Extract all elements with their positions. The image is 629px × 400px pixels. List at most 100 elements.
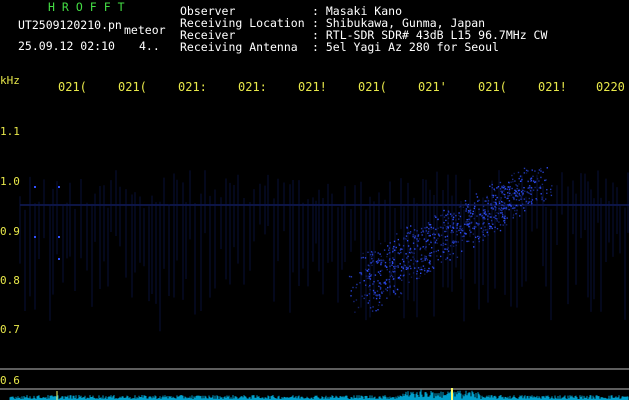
echo-point xyxy=(425,257,428,260)
echo-point xyxy=(468,215,470,217)
echo-point xyxy=(350,276,353,278)
grid-lines xyxy=(0,170,629,390)
echo-point xyxy=(518,183,520,185)
echo-point xyxy=(377,294,379,296)
echo-point xyxy=(455,214,457,217)
echo-point xyxy=(497,212,500,215)
echo-point xyxy=(480,227,482,229)
echo-point xyxy=(409,249,411,251)
echo-point xyxy=(383,249,386,251)
echo-point xyxy=(504,188,507,190)
echo-point xyxy=(488,223,490,225)
echo-point xyxy=(377,258,380,260)
echo-point xyxy=(521,178,523,181)
echo-point xyxy=(420,266,422,268)
echo-point xyxy=(392,248,394,250)
echo-point xyxy=(380,255,382,257)
echo-point xyxy=(516,192,518,194)
echo-point xyxy=(468,223,470,225)
echo-point xyxy=(476,196,479,198)
echo-point xyxy=(496,218,498,220)
echo-point xyxy=(472,233,475,235)
echo-point xyxy=(487,210,489,212)
echo-point xyxy=(423,257,426,259)
echo-point xyxy=(399,274,402,277)
echo-point xyxy=(459,232,462,234)
echo-point xyxy=(370,274,373,276)
echo-point xyxy=(421,269,424,271)
echo-point xyxy=(499,212,502,214)
echo-point xyxy=(484,218,486,220)
echo-point xyxy=(407,245,410,247)
echo-point xyxy=(491,187,493,189)
time-tick: 021! xyxy=(538,80,567,94)
echo-point xyxy=(401,248,403,250)
echo-point xyxy=(442,244,444,246)
echo-point xyxy=(433,251,435,253)
echo-point xyxy=(494,189,496,192)
echo-point xyxy=(368,293,371,295)
time-tick: 021: xyxy=(178,80,207,94)
echo-point xyxy=(414,235,416,237)
echo-point xyxy=(357,306,360,309)
echo-point xyxy=(402,267,404,270)
echo-point xyxy=(389,265,391,267)
echo-point xyxy=(397,266,399,268)
echo-point xyxy=(388,271,391,273)
echo-point xyxy=(401,279,403,281)
echo-point xyxy=(462,206,465,208)
echo-point xyxy=(370,262,372,264)
echo-point xyxy=(367,268,370,271)
echo-point xyxy=(466,219,468,221)
echo-point xyxy=(379,253,381,255)
echo-point xyxy=(430,241,432,244)
echo-point xyxy=(388,252,390,254)
echo-point xyxy=(493,230,496,233)
time-tick: 021! xyxy=(298,80,327,94)
echo-point xyxy=(546,167,548,169)
echo-point xyxy=(389,262,391,264)
echo-point xyxy=(482,205,485,208)
echo-point xyxy=(416,238,418,240)
echo-point xyxy=(375,297,378,300)
echo-point xyxy=(355,286,357,289)
echo-point xyxy=(356,283,358,286)
echo-point xyxy=(529,188,531,190)
echo-point xyxy=(513,198,515,201)
echo-point xyxy=(393,285,395,287)
echo-point xyxy=(421,234,424,236)
echo-point xyxy=(413,258,415,260)
echo-point xyxy=(385,266,388,268)
echo-point xyxy=(512,178,514,181)
echo-point xyxy=(368,275,371,278)
echo-point xyxy=(381,304,383,306)
echo-point xyxy=(434,215,436,217)
echo-point xyxy=(473,226,476,228)
echo-point xyxy=(377,280,379,282)
echo-point xyxy=(386,253,389,255)
echo-point xyxy=(414,237,416,239)
echo-point xyxy=(371,258,373,260)
echo-point xyxy=(418,238,421,240)
echo-point xyxy=(385,279,388,281)
echo-point xyxy=(538,187,540,189)
echo-point xyxy=(497,186,500,188)
echo-point xyxy=(492,208,494,210)
echo-point xyxy=(492,196,494,198)
echo-point xyxy=(508,188,511,191)
echo-point xyxy=(430,255,432,257)
echo-point xyxy=(446,239,448,241)
echo-point xyxy=(500,197,502,199)
echo-point xyxy=(484,229,487,231)
echo-point xyxy=(483,211,485,213)
echo-point xyxy=(390,272,393,274)
echo-point xyxy=(392,290,395,292)
echo-point xyxy=(420,258,422,260)
echo-point xyxy=(452,216,455,218)
echo-point xyxy=(388,249,390,251)
echo-point xyxy=(487,202,489,205)
echo-point xyxy=(489,213,492,215)
echo-point xyxy=(490,204,492,206)
echo-point xyxy=(369,278,372,280)
echo-point xyxy=(545,179,547,181)
